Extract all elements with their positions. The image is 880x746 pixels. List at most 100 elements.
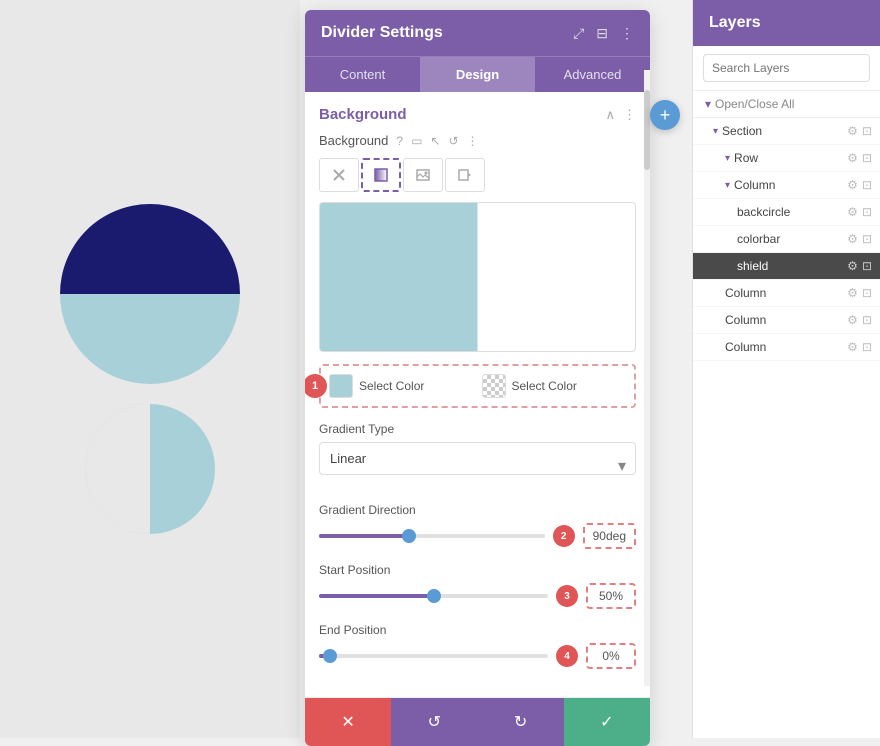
bg-type-image[interactable] [403,158,443,192]
row-gear-icon[interactable]: ⚙ [847,151,858,165]
end-position-value[interactable]: 0% [586,643,636,669]
colorbar-label: colorbar [737,232,843,246]
section-title: Background [319,106,407,123]
backcircle-gear-icon[interactable]: ⚙ [847,205,858,219]
col2-copy-icon[interactable]: ⊡ [862,286,872,300]
cancel-button[interactable]: ✕ [305,698,391,746]
layer-item-section[interactable]: ▾ Section ⚙ ⊡ [693,118,880,145]
gradient-direction-fill [319,534,409,538]
redo-button[interactable]: ↻ [478,698,564,746]
start-position-badge: 3 [556,585,578,607]
section-header: Background ∧ ⋮ [319,106,636,123]
col3-gear-icon[interactable]: ⚙ [847,313,858,327]
gradient-type-select-wrapper: Linear Radial [319,442,636,489]
backcircle-copy-icon[interactable]: ⊡ [862,205,872,219]
start-position-thumb[interactable] [427,589,441,603]
col2-icons: ⚙ ⊡ [847,286,872,300]
open-close-all[interactable]: ▾ Open/Close All [693,91,880,118]
colorbar-gear-icon[interactable]: ⚙ [847,232,858,246]
tab-content[interactable]: Content [305,57,420,92]
backcircle-icons: ⚙ ⊡ [847,205,872,219]
section-more-icon[interactable]: ⋮ [623,107,636,123]
colorbar-copy-icon[interactable]: ⊡ [862,232,872,246]
color-selector-2[interactable]: Select Color [482,374,627,398]
section-icons: ∧ ⋮ [605,107,636,123]
row-copy-icon[interactable]: ⊡ [862,151,872,165]
layer-item-column3[interactable]: Column ⚙ ⊡ [693,307,880,334]
undo-icon[interactable]: ↺ [448,134,458,148]
section-gear-icon[interactable]: ⚙ [847,124,858,138]
color-selectors: 1 Select Color Select Color [319,364,636,408]
expand-icon[interactable]: ⤢ [573,25,584,42]
layer-item-column1[interactable]: ▾ Column ⚙ ⊡ [693,172,880,199]
search-input[interactable] [703,54,870,82]
panel-tabs: Content Design Advanced [305,56,650,92]
cursor-icon[interactable]: ↖ [430,134,440,148]
col2-label: Column [725,286,843,300]
section-label: Section [722,124,843,138]
reset-button[interactable]: ↺ [391,698,477,746]
mobile-icon[interactable]: ▭ [411,134,422,148]
tab-design[interactable]: Design [420,57,535,92]
dots-icon[interactable]: ⋮ [467,134,479,148]
layers-title: Layers [709,14,761,31]
columns-icon[interactable]: ⊟ [596,25,608,42]
more-icon[interactable]: ⋮ [620,25,634,42]
layers-search [693,46,880,91]
col3-copy-icon[interactable]: ⊡ [862,313,872,327]
collapse-icon[interactable]: ∧ [605,107,615,123]
gradient-direction-thumb[interactable] [402,529,416,543]
gradient-direction-value[interactable]: 90deg [583,523,636,549]
bg-type-gradient[interactable] [361,158,401,192]
col4-gear-icon[interactable]: ⚙ [847,340,858,354]
col2-gear-icon[interactable]: ⚙ [847,286,858,300]
section-chevron: ▾ [713,126,718,137]
col1-icons: ⚙ ⊡ [847,178,872,192]
section-copy-icon[interactable]: ⊡ [862,124,872,138]
section-icons: ⚙ ⊡ [847,124,872,138]
layer-item-column2[interactable]: Column ⚙ ⊡ [693,280,880,307]
row-icons: ⚙ ⊡ [847,151,872,165]
layer-item-colorbar[interactable]: colorbar ⚙ ⊡ [693,226,880,253]
scrollbar-thumb[interactable] [644,90,650,170]
gradient-type-select[interactable]: Linear Radial [319,442,636,475]
color-selector-1[interactable]: Select Color [329,374,474,398]
backcircle-label: backcircle [737,205,843,219]
layer-item-backcircle[interactable]: backcircle ⚙ ⊡ [693,199,880,226]
shield-copy-icon[interactable]: ⊡ [862,259,872,273]
gradient-direction-section: Gradient Direction 2 90deg [319,503,636,549]
confirm-button[interactable]: ✓ [564,698,650,746]
col4-copy-icon[interactable]: ⊡ [862,340,872,354]
gradient-direction-badge: 2 [553,525,575,547]
tab-advanced[interactable]: Advanced [535,57,650,92]
start-position-label: Start Position [319,563,636,577]
start-position-track[interactable] [319,594,548,598]
gradient-direction-row: 2 90deg [319,523,636,549]
circle-top-navy [60,204,240,294]
circle-top [60,204,240,384]
bg-type-video[interactable] [445,158,485,192]
end-position-thumb[interactable] [323,649,337,663]
bg-type-none[interactable] [319,158,359,192]
settings-panel: Divider Settings ⤢ ⊟ ⋮ Content Design Ad… [305,10,650,746]
add-button[interactable]: + [650,100,680,130]
help-icon[interactable]: ? [396,134,403,148]
shield-gear-icon[interactable]: ⚙ [847,259,858,273]
start-position-value[interactable]: 50% [586,583,636,609]
row-chevron: ▾ [725,153,730,164]
scrollbar-track [644,70,650,686]
col1-copy-icon[interactable]: ⊡ [862,178,872,192]
end-position-track[interactable] [319,654,548,658]
layer-item-column4[interactable]: Column ⚙ ⊡ [693,334,880,361]
gradient-type-label: Gradient Type [319,422,636,436]
layer-item-shield[interactable]: shield ⚙ ⊡ [693,253,880,280]
gradient-direction-track[interactable] [319,534,545,538]
gradient-preview [319,202,636,352]
color-swatch-2 [482,374,506,398]
panel-title: Divider Settings [321,24,443,42]
col1-gear-icon[interactable]: ⚙ [847,178,858,192]
color-select-label-2: Select Color [512,379,577,393]
start-position-fill [319,594,434,598]
bg-label-row: Background ? ▭ ↖ ↺ ⋮ [319,133,636,148]
layer-item-row[interactable]: ▾ Row ⚙ ⊡ [693,145,880,172]
